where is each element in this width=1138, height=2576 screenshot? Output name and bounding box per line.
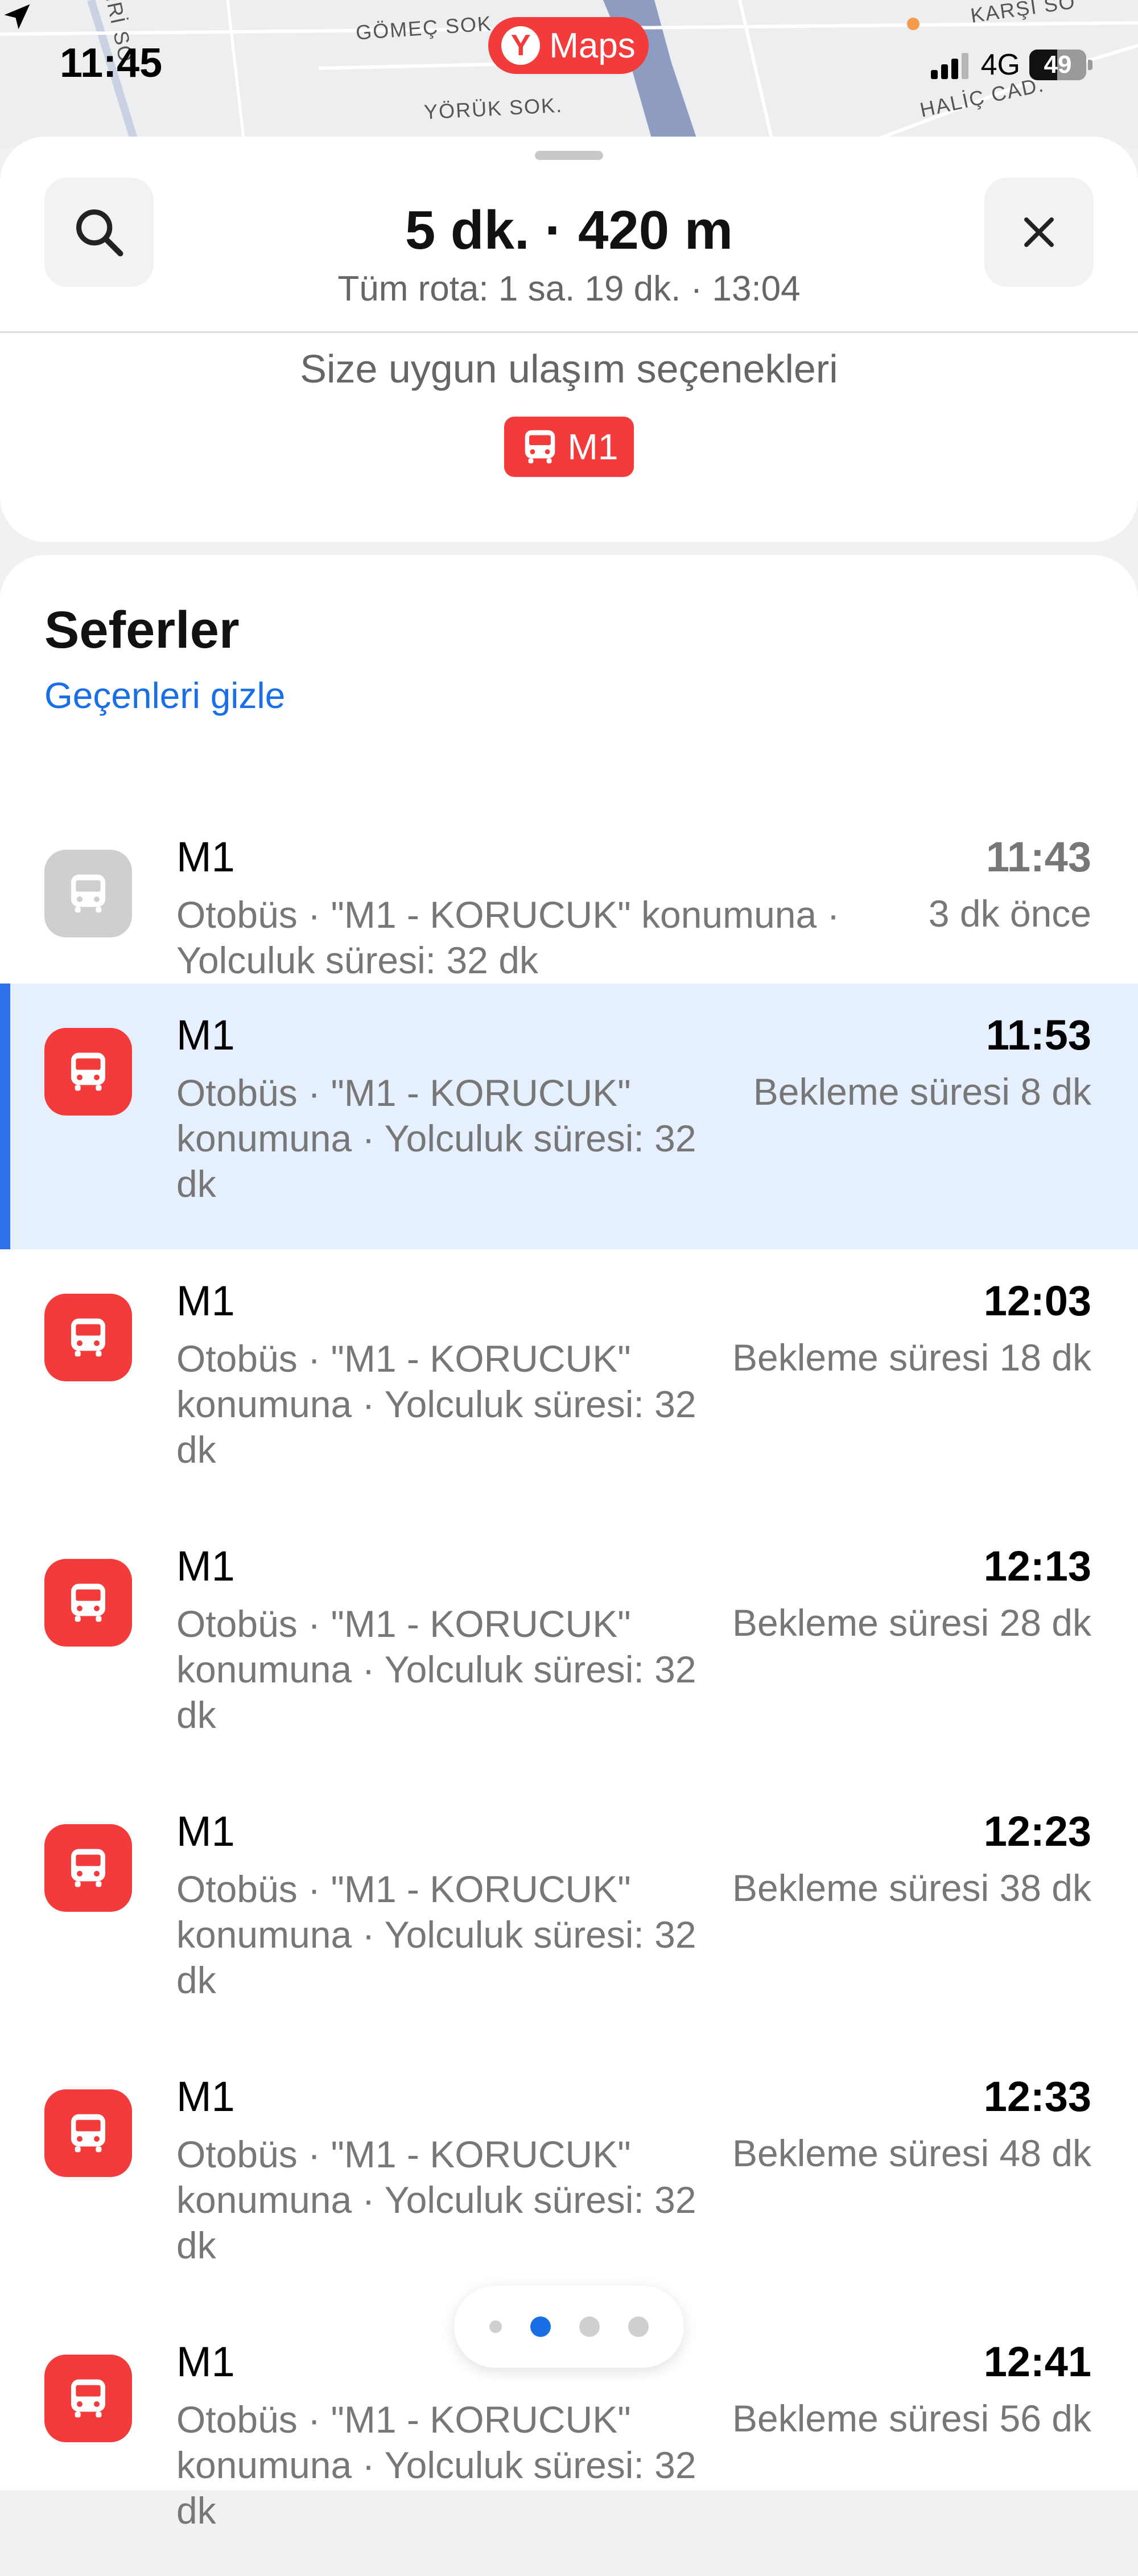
trip-description: Otobüs · "M1 - KORUCUK" konumuna · Yolcu… [176,1603,696,1736]
route-subtitle: Tüm rota: 1 sa. 19 dk. · 13:04 [337,269,801,308]
bus-icon-tile [44,1824,132,1912]
route-chip-m1[interactable]: M1 [504,417,634,477]
trip-description: Otobüs · "M1 - KORUCUK" konumuna · Yolcu… [176,1338,696,1471]
bus-icon [71,874,105,913]
trip-status: Bekleme süresi 38 dk [732,1867,1091,1909]
trip-status: Bekleme süresi 18 dk [732,1336,1091,1378]
status-indicators: 4G 49 [930,48,1092,82]
page-dot[interactable] [628,2316,649,2337]
bus-icon [71,2379,105,2418]
battery-level: 49 [1044,51,1072,79]
page-dot[interactable] [579,2316,600,2337]
trip-time: 12:41 [983,2338,1091,2385]
trip-status: Bekleme süresi 56 dk [732,2397,1091,2439]
transport-options-title: Size uygun ulaşım seçenekleri [300,347,838,391]
trip-status: Bekleme süresi 28 dk [732,1602,1091,1644]
trip-status: Bekleme süresi 8 dk [753,1071,1091,1113]
trip-time: 12:03 [983,1277,1091,1324]
trip-row[interactable]: M1 Otobüs · "M1 - KORUCUK" konumuna · Yo… [0,1249,1138,1515]
bus-icon-tile [44,2355,132,2442]
bus-icon [525,430,555,464]
location-arrow-icon [4,4,30,30]
route-summary-sheet: 5 dk. · 420 m Tüm rota: 1 sa. 19 dk. · 1… [0,137,1138,542]
close-icon [1024,217,1054,247]
app-badge-label: Maps [549,26,636,65]
trip-time: 11:53 [986,1011,1091,1059]
trip-status: 3 dk önce [928,892,1091,935]
page-dot-active[interactable] [530,2316,551,2337]
trip-description: Otobüs · "M1 - KORUCUK" konumuna · Yolcu… [176,1072,696,1205]
app-badge[interactable]: Y Maps [488,17,649,74]
bus-icon-tile [44,1028,132,1116]
trip-description: Otobüs · "M1 - KORUCUK" konumuna · Yolcu… [176,1868,696,2001]
bus-icon [71,2114,105,2153]
status-time: 11:45 [60,40,163,86]
trip-row[interactable]: M1 Otobüs · "M1 - KORUCUK" konumuna · Yo… [0,805,1138,981]
sheet-grabber[interactable] [535,151,603,160]
trip-row[interactable]: M1 Otobüs · "M1 - KORUCUK" konumuna · Yo… [0,1515,1138,1780]
bus-icon-tile [44,850,132,937]
route-chip-label: M1 [567,426,619,467]
trip-time: 11:43 [986,833,1091,880]
battery-icon: 49 [1029,50,1086,80]
trip-time: 12:23 [983,1808,1091,1855]
bus-icon [71,1052,105,1091]
trip-row-selected[interactable]: M1 Otobüs · "M1 - KORUCUK" konumuna · Yo… [0,984,1138,1249]
close-button[interactable] [984,178,1094,287]
yandex-logo-icon: Y [501,26,541,65]
trip-time: 12:33 [983,2073,1091,2120]
trips-sheet: Seferler Geçenleri gizle M1 Otobüs · "M1… [0,555,1138,2532]
bus-icon-tile [44,1294,132,1381]
trip-status: Bekleme süresi 48 dk [732,2132,1091,2174]
cellular-signal-icon [930,51,968,79]
trip-line: M1 [176,2338,235,2385]
trip-description: Otobüs · "M1 - KORUCUK" konumuna · Yolcu… [176,2398,696,2532]
trip-row[interactable]: M1 Otobüs · "M1 - KORUCUK" konumuna · Yo… [0,2045,1138,2311]
page-indicator[interactable] [454,2286,684,2368]
trip-row[interactable]: M1 Otobüs · "M1 - KORUCUK" konumuna · Yo… [0,1780,1138,2046]
trip-description: Otobüs · "M1 - KORUCUK" konumuna · Yolcu… [176,2133,696,2266]
page-dot[interactable] [489,2320,502,2333]
bus-icon-tile [44,2089,132,2177]
bus-icon [71,1583,105,1622]
bus-icon [71,1849,105,1887]
hide-past-link[interactable]: Geçenleri gizle [44,674,285,717]
trip-line: M1 [176,1277,235,1324]
trip-line: M1 [176,833,235,880]
trip-line: M1 [176,1542,235,1590]
trip-line: M1 [176,1011,235,1059]
trip-line: M1 [176,2073,235,2120]
trip-description: Otobüs · "M1 - KORUCUK" konumuna · Yolcu… [176,894,840,981]
network-type: 4G [980,48,1020,81]
divider [0,331,1138,333]
trip-line: M1 [176,1808,235,1855]
bus-icon [71,1318,105,1357]
route-title: 5 dk. · 420 m [405,200,733,261]
bus-icon-tile [44,1559,132,1647]
trip-time: 12:13 [983,1542,1091,1590]
trips-title: Seferler [44,601,240,659]
map-background[interactable]: GÖMEÇ SOK. YÖRÜK SOK. HALİÇ CAD. KARŞI S… [0,0,1138,148]
